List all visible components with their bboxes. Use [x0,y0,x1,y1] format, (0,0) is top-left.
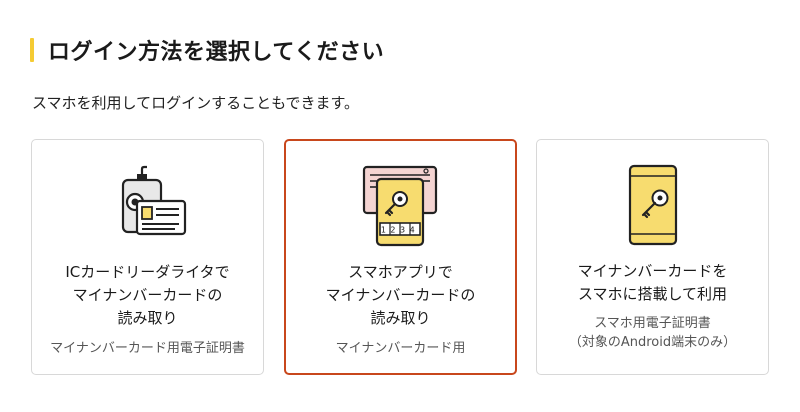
smartphone-app-card-icon: 1234 [362,165,437,247]
card-subtitle-line: マイナンバーカード用電子証明書 [50,341,245,356]
card-title-line: ICカードリーダライタで [65,263,230,281]
login-option-smartphone-app[interactable]: 1234 スマホアプリで マイナンバーカードの 読み取り マイナンバーカード用 [284,139,517,375]
card-title-line: 読み取り [370,309,431,327]
card-title-line: マイナンバーカードを [577,262,728,280]
card-title: ICカードリーダライタで マイナンバーカードの 読み取り [32,261,263,330]
page-title: ログイン方法を選択してください [48,40,385,65]
smartphone-key-icon [628,164,677,246]
card-subtitle-line: スマホ用電子証明書 [594,316,711,331]
card-subtitle-line: マイナンバーカード用 [335,341,466,356]
card-subtitle: スマホ用電子証明書 （対象のAndroid端末のみ） [537,314,768,352]
login-option-smartphone-certificate[interactable]: マイナンバーカードを スマホに搭載して利用 スマホ用電子証明書 （対象のAndr… [536,139,769,375]
card-title-line: スマホアプリで [348,263,453,281]
intro-text: スマホを利用してログインすることもできます。 [32,94,360,112]
card-title-line: マイナンバーカードの [325,286,476,304]
card-subtitle-line: （対象のAndroid端末のみ） [568,335,737,350]
card-reader-icon [121,165,186,236]
keypad-digits: 1234 [380,226,418,235]
card-subtitle: マイナンバーカード用電子証明書 [32,339,263,358]
section-heading: ログイン方法を選択してください [30,34,384,66]
card-title: スマホアプリで マイナンバーカードの 読み取り [286,261,515,330]
card-title-line: マイナンバーカードの [72,286,223,304]
card-subtitle: マイナンバーカード用 [286,339,515,358]
card-title: マイナンバーカードを スマホに搭載して利用 [537,260,768,306]
card-title-line: スマホに搭載して利用 [577,285,728,303]
card-title-line: 読み取り [117,309,178,327]
heading-accent-bar [30,38,34,62]
login-option-ic-card-reader[interactable]: ICカードリーダライタで マイナンバーカードの 読み取り マイナンバーカード用電… [31,139,264,375]
